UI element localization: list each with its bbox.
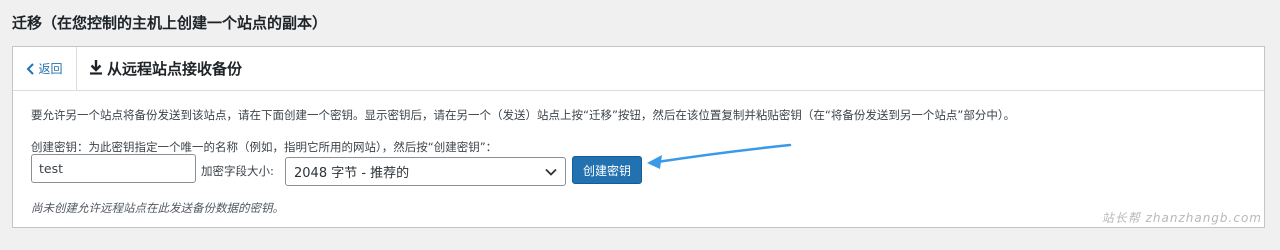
annotation-arrow-icon	[643, 142, 793, 178]
encryption-size-value: 2048 字节 - 推荐的	[294, 166, 410, 181]
panel-title: 从远程站点接收备份	[89, 47, 242, 90]
encryption-size-label: 加密字段大小:	[201, 164, 274, 178]
page-title: 迁移（在您控制的主机上创建一个站点的副本）	[12, 14, 328, 32]
migrate-receive-panel: 返回 从远程站点接收备份 要允许另一个站点将备份发送到该站点，请在下面创建一个密…	[12, 46, 1265, 228]
encryption-size-select[interactable]: 2048 字节 - 推荐的	[285, 157, 566, 186]
create-key-button[interactable]: 创建密钥	[572, 156, 642, 184]
instructions-text: 要允许另一个站点将备份发送到该站点，请在下面创建一个密钥。显示密钥后，请在另一个…	[31, 108, 1016, 122]
no-keys-note: 尚未创建允许远程站点在此发送备份数据的密钥。	[31, 201, 284, 215]
chevron-left-icon	[26, 62, 35, 75]
panel-title-text: 从远程站点接收备份	[107, 60, 243, 78]
back-label: 返回	[38, 62, 63, 76]
panel-header: 返回 从远程站点接收备份	[13, 47, 1264, 91]
back-button[interactable]: 返回	[13, 47, 77, 90]
key-name-input[interactable]	[31, 154, 196, 183]
download-icon	[89, 59, 103, 79]
watermark: 站长帮 zhanzhangb.com	[1101, 211, 1262, 225]
chevron-down-icon	[545, 166, 557, 181]
create-key-label: 创建密钥：为此密钥指定一个唯一的名称（例如，指明它所用的网站），然后按“创建密钥…	[31, 140, 498, 154]
